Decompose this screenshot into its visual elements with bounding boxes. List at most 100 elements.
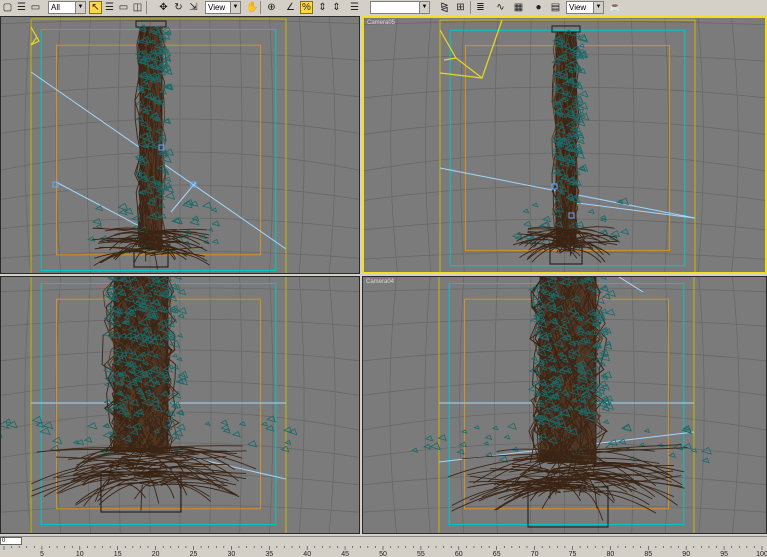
ivy-leaf [284,427,292,433]
spinner-snap-icon[interactable]: ⇕ [330,1,343,14]
ruler-tick-label: 40 [303,551,311,557]
ivy-leaf [192,216,198,221]
ivy-leaf [174,366,179,369]
viewport-bottom-left[interactable] [0,276,360,534]
ivy-leaf [165,177,171,181]
ruler-tick-label: 10 [76,551,84,557]
ivy-leaf [170,433,179,440]
ivy-leaf [475,426,480,429]
grid-line [240,17,242,273]
ruler-tick-label: 95 [720,551,728,557]
reference-coord-dropdown[interactable]: View▼ [205,1,241,14]
viewport-top-left[interactable] [0,16,360,274]
main-toolbar: ▢☰▭All▼↖☰▭◫✥↻⇲View▼✋⊕∠%⇕⇕☰▼⧎⊞≣∿▦●▤View▼☕ [0,0,767,17]
toolbar-separator [260,1,261,14]
material-editor-icon[interactable]: ● [532,1,545,14]
selection-filter-dropdown[interactable]: All ▼ [48,1,86,14]
select-by-name-icon[interactable]: ☰ [103,1,116,14]
grid-line [240,277,242,533]
root-strand [160,483,174,498]
ivy-leaf [248,441,257,447]
curve-editor-icon[interactable]: ∿ [494,1,507,14]
grid-line [598,18,599,272]
mirror-icon[interactable]: ⧎ [438,1,451,14]
grid-line [425,18,430,272]
ruler-tick-label: 70 [531,551,539,557]
rect-region-icon[interactable]: ▭ [29,1,42,14]
schematic-icon[interactable]: ▦ [512,1,525,14]
grid-line [87,17,91,273]
grid-line [732,18,739,272]
ivy-leaf [589,210,594,214]
ivy-leaf [579,103,588,109]
current-frame-field[interactable]: 0 [0,537,22,545]
render-icon[interactable]: ☕ [609,1,622,14]
select-region-icon[interactable]: ▢ [1,1,14,14]
grid-line [210,17,211,273]
ivy-leaf [213,240,219,244]
viewport-camera04[interactable]: Camera04 [362,276,767,534]
camera-target-line [619,277,643,292]
select-icon[interactable]: ↖ [89,1,102,14]
dropdown-value: All [51,3,60,12]
select-manipulate-icon[interactable]: ✋ [246,1,259,14]
grid-line [270,277,274,533]
chevron-down-icon[interactable]: ▼ [230,2,240,13]
ruler-tick-label: 20 [152,551,160,557]
ruler-tick-label: 35 [265,551,273,557]
ruler-tick-label: 90 [682,551,690,557]
rect-region-icon[interactable]: ▭ [117,1,130,14]
scale-icon[interactable]: ⇲ [187,1,200,14]
layer-manager-icon[interactable]: ≣ [474,1,487,14]
ivy-leaf [439,435,447,440]
viewport-label[interactable]: Camera05 [367,20,395,26]
frame-ruler[interactable]: 5101520253035404550556065707580859095100 [0,546,767,557]
time-slider-bar[interactable]: 0 51015202530354045505560657075808590951… [0,536,767,557]
view-dropdown[interactable]: View▼ [566,1,604,14]
root-strand [579,492,603,521]
chevron-down-icon[interactable]: ▼ [75,2,85,13]
snap-toggle-icon[interactable]: ⊕ [265,1,278,14]
ivy-leaf [118,203,127,210]
viewport-canvas [1,277,359,533]
chevron-down-icon[interactable]: ▼ [419,2,429,13]
ruler-tick-label: 85 [644,551,652,557]
ruler-tick-label: 100 [756,551,767,557]
ivy-leaf [640,443,644,446]
viewport-label[interactable]: Camera04 [366,279,394,285]
ivy-leaf [203,202,212,208]
grid-line [329,17,335,273]
render-setup-icon[interactable]: ▤ [549,1,562,14]
angle-snap-icon[interactable]: ∠ [284,1,297,14]
ivy-leaf [93,219,101,225]
ruler-tick-label: 25 [190,551,198,557]
move-icon[interactable]: ✥ [157,1,170,14]
ivy-leaf [53,437,62,443]
ruler-tick-label: 65 [493,551,501,557]
chevron-down-icon[interactable]: ▼ [593,2,603,13]
ivy-leaf [162,153,166,156]
select-by-name-icon[interactable]: ☰ [348,1,361,14]
ruler-tick-label: 30 [228,551,236,557]
ivy-leaf [532,203,537,207]
percent-snap-icon[interactable]: % [300,1,313,14]
column-capital [136,21,166,27]
ivy-leaf [621,229,628,234]
toolbar-separator [146,1,147,14]
rotate-icon[interactable]: ↻ [172,1,185,14]
ivy-leaf [603,420,608,424]
ivy-leaf [190,219,198,225]
ivy-leaf [669,453,675,457]
window-crossing-icon[interactable]: ◫ [131,1,144,14]
spinner-snap-icon[interactable]: ⇕ [316,1,329,14]
align-icon[interactable]: ⊞ [454,1,467,14]
named-selection-dropdown[interactable]: ▼ [370,1,430,14]
grid-line [25,17,31,273]
select-by-name-icon[interactable]: ☰ [15,1,28,14]
ruler-tick-label: 15 [114,551,122,557]
ruler-tick-label: 45 [341,551,349,557]
viewport-camera05[interactable]: Camera05 [362,16,767,274]
viewport-canvas [364,18,765,272]
ivy-leaf [1,432,2,438]
grid-line [495,18,498,272]
